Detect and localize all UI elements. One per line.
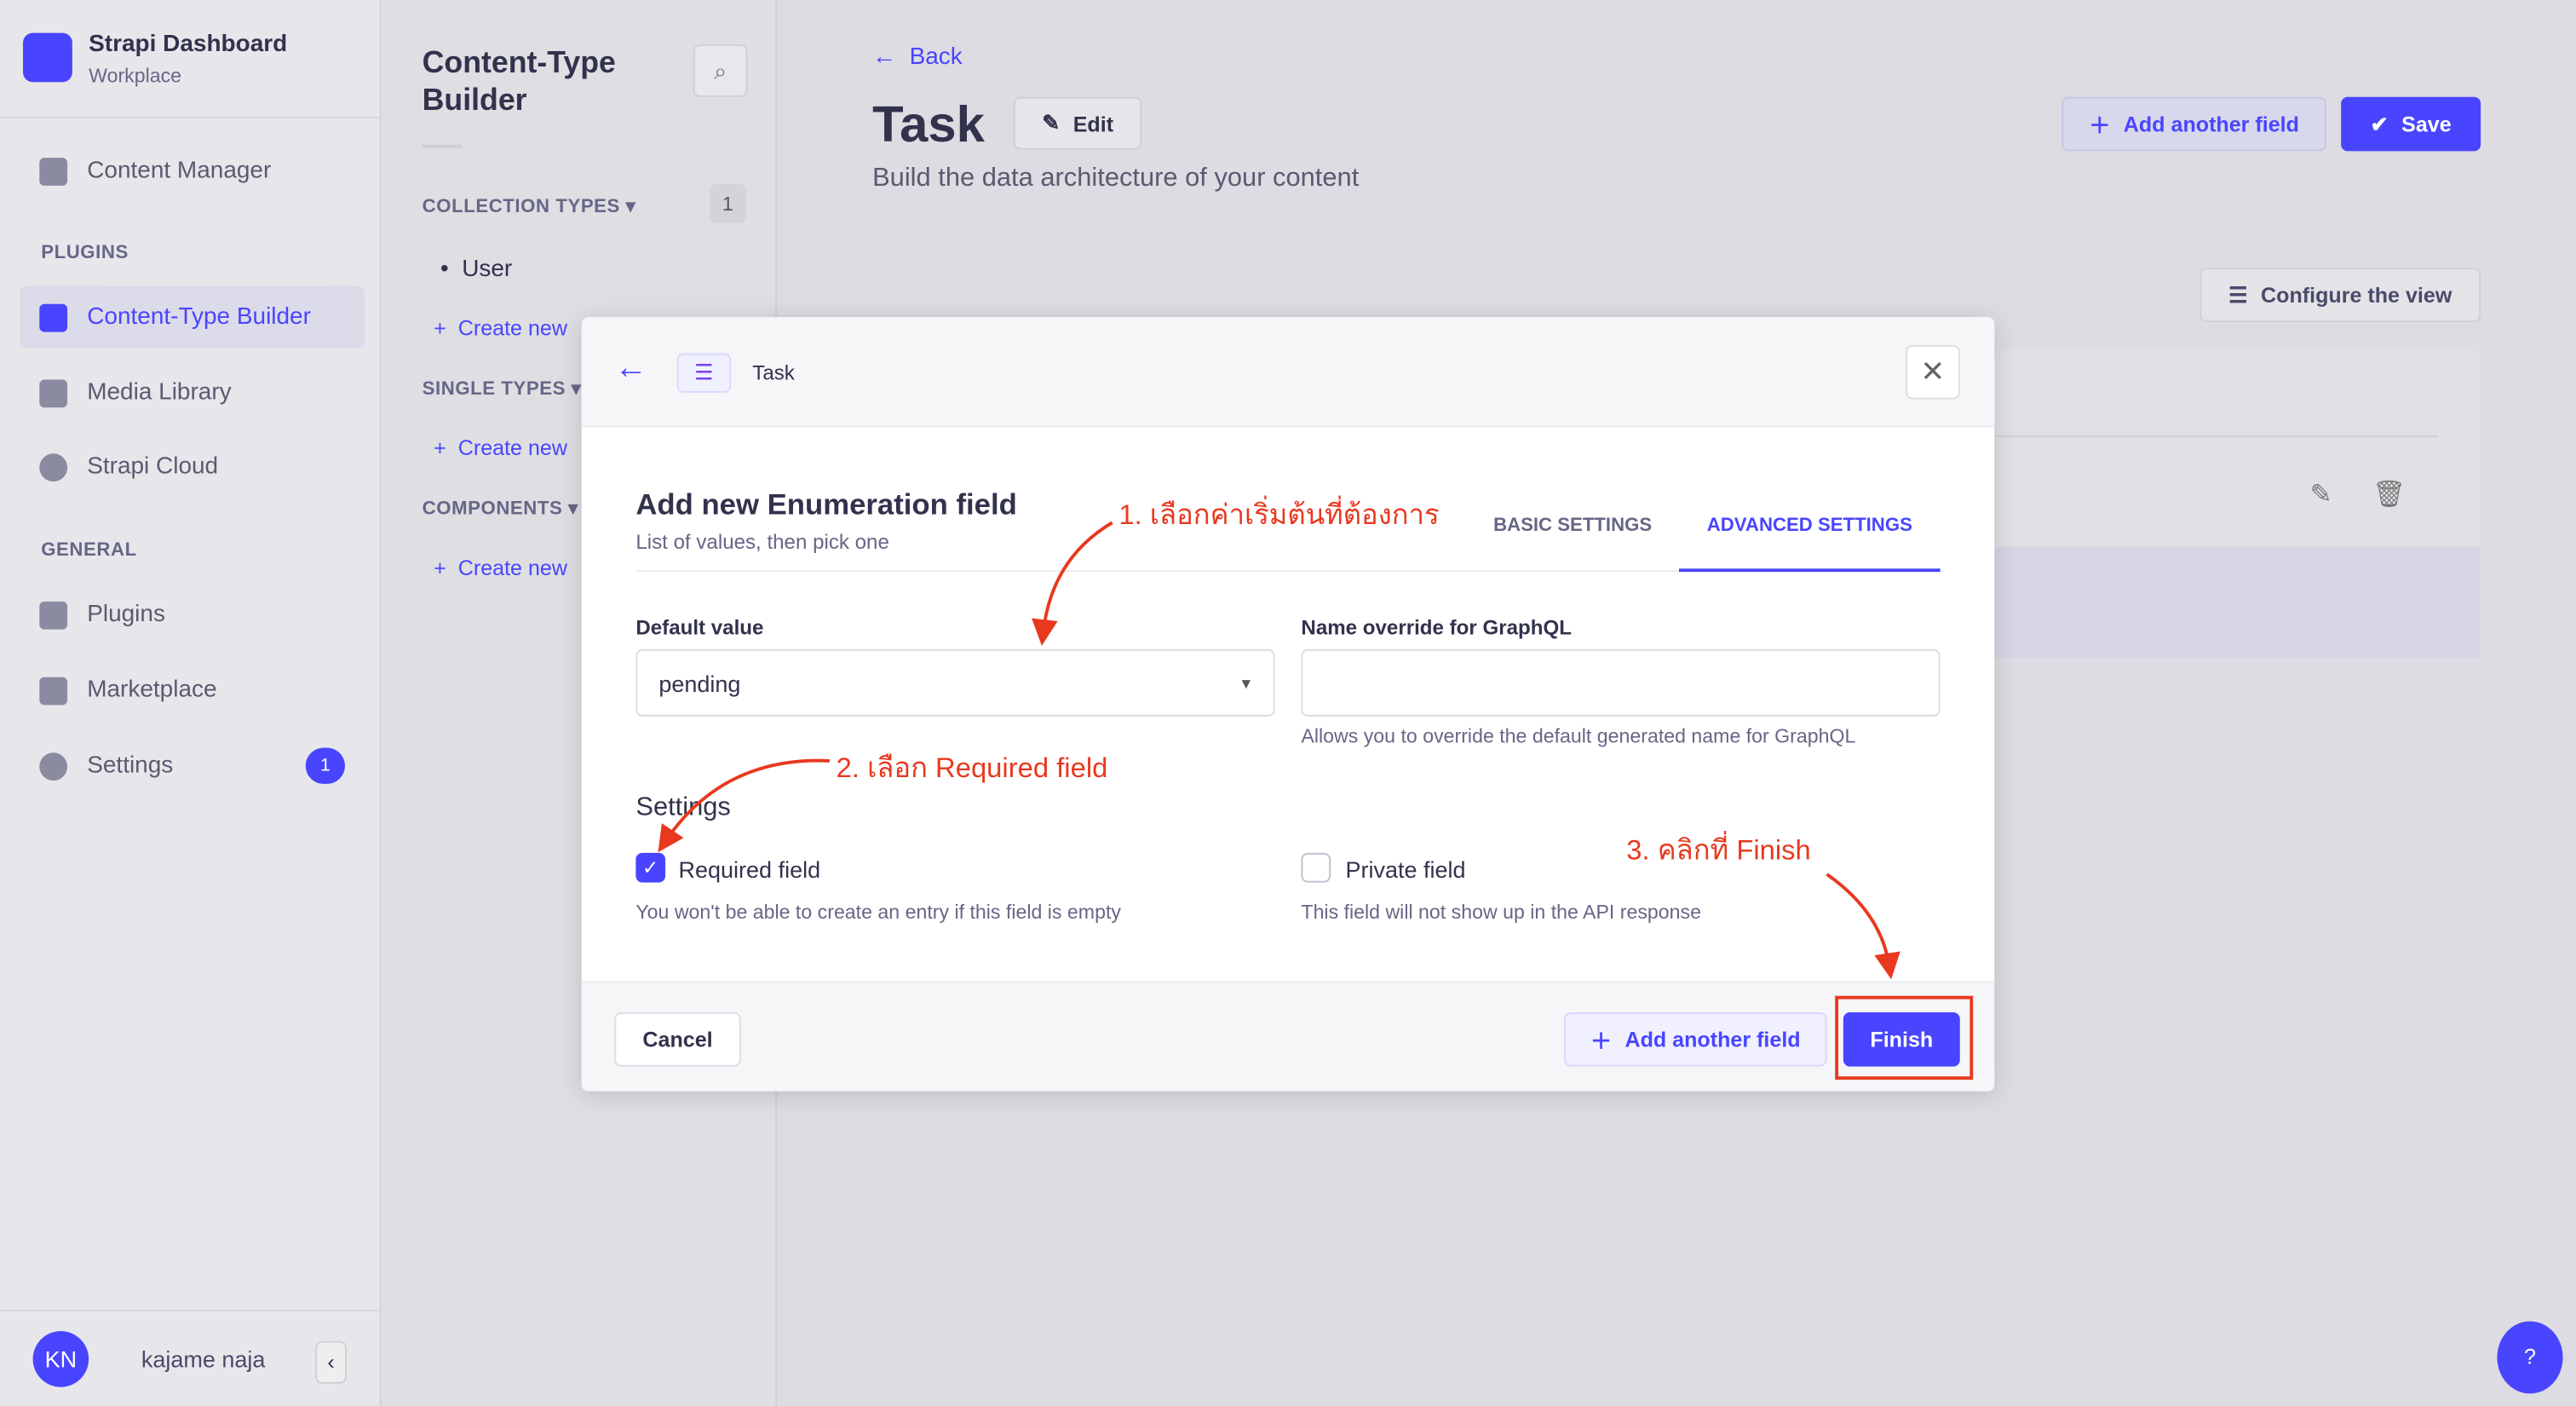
help-button[interactable]: ? [2497, 1321, 2563, 1394]
annotation-arrows [658, 521, 1900, 980]
arrow-step1 [1032, 521, 1113, 646]
arrow-step2 [658, 758, 831, 853]
arrow-step3 [1826, 873, 1900, 980]
